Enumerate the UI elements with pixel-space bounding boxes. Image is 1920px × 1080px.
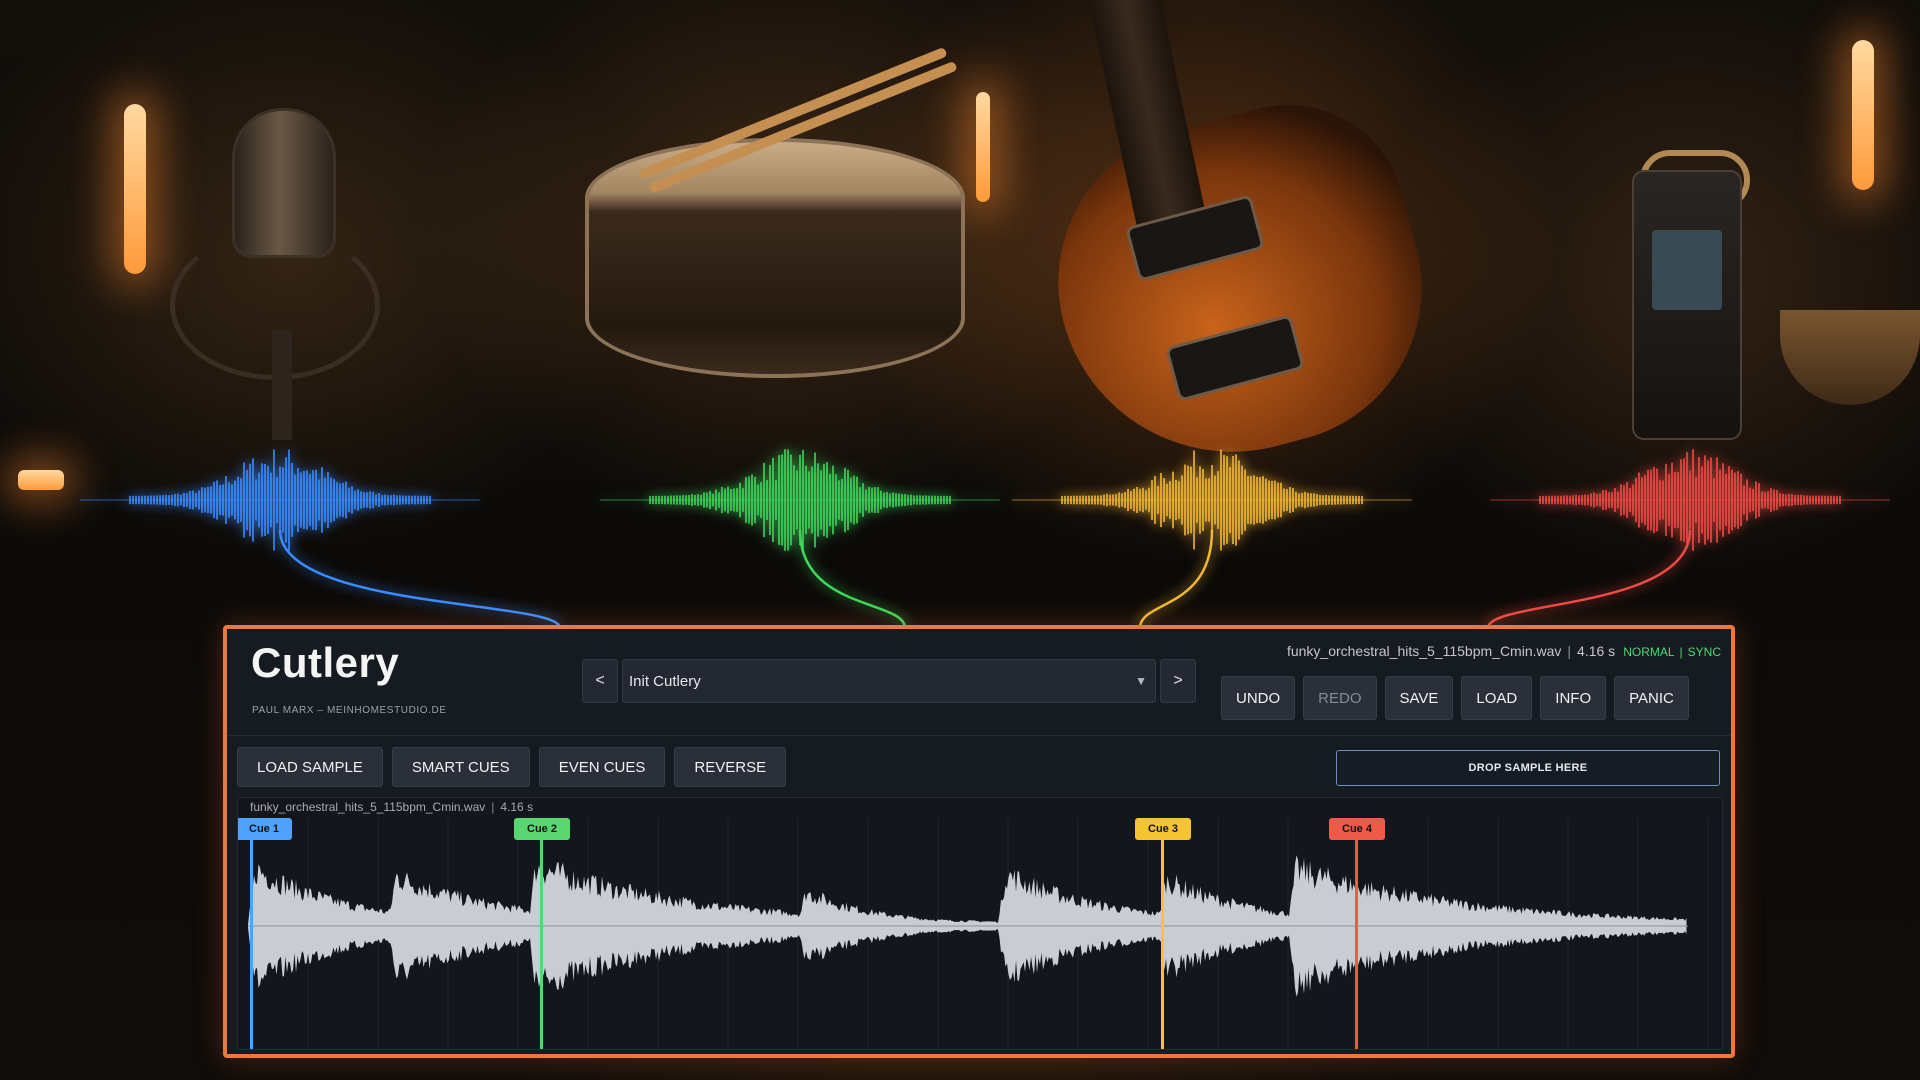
preset-select-value: Init Cutlery — [629, 672, 701, 690]
cue-marker-4[interactable]: Cue 4 — [1329, 818, 1385, 840]
cue-marker-line[interactable] — [540, 840, 543, 1049]
action-bar: LOAD SAMPLE SMART CUES EVEN CUES REVERSE — [237, 747, 787, 787]
redo-button[interactable]: REDO — [1303, 676, 1377, 720]
chevron-down-icon: ▼ — [1135, 674, 1147, 688]
drop-sample-zone[interactable]: DROP SAMPLE HERE — [1336, 750, 1720, 786]
preset-select[interactable]: Init Cutlery ▼ — [622, 659, 1156, 703]
preset-prev-button[interactable]: < — [582, 659, 618, 703]
waveform-caption: funky_orchestral_hits_5_115bpm_Cmin.wav |… — [250, 800, 533, 814]
cue-marker-1[interactable]: Cue 1 — [238, 818, 292, 840]
file-info-separator: | — [1567, 643, 1572, 659]
waveform-file-name: funky_orchestral_hits_5_115bpm_Cmin.wav — [250, 800, 486, 814]
sync-indicator[interactable]: SYNC — [1688, 645, 1721, 659]
file-name: funky_orchestral_hits_5_115bpm_Cmin.wav — [1286, 643, 1562, 659]
background-waveform — [1486, 449, 1890, 629]
background-waveform — [600, 449, 1000, 629]
toolbar: UNDO REDO SAVE LOAD INFO PANIC — [1221, 676, 1689, 720]
cue-marker-line[interactable] — [1355, 840, 1358, 1049]
reverse-button[interactable]: REVERSE — [674, 747, 787, 787]
cue-marker-line[interactable] — [250, 840, 253, 1049]
even-cues-button[interactable]: EVEN CUES — [538, 747, 666, 787]
cue-marker-3[interactable]: Cue 3 — [1135, 818, 1191, 840]
mode-separator: | — [1679, 645, 1683, 659]
plugin-panel: Cutlery PAUL MARX – MEINHOMESTUDIO.DE < … — [223, 625, 1735, 1058]
sample-waveform[interactable] — [238, 798, 1723, 1050]
background-waveform — [1012, 449, 1412, 629]
background-cable — [278, 529, 562, 629]
preset-next-button[interactable]: > — [1160, 659, 1196, 703]
header-bar: Cutlery PAUL MARX – MEINHOMESTUDIO.DE < … — [227, 629, 1731, 736]
colored-waveform-cables — [80, 449, 1890, 629]
background-cable — [1486, 529, 1692, 629]
waveform-caption-separator: | — [491, 800, 495, 814]
file-duration: 4.16 s — [1577, 643, 1616, 659]
save-button[interactable]: SAVE — [1384, 676, 1454, 720]
cue-marker-line[interactable] — [1161, 840, 1164, 1049]
cue-marker-2[interactable]: Cue 2 — [514, 818, 570, 840]
play-mode-indicator[interactable]: NORMAL — [1623, 645, 1674, 659]
author-byline: PAUL MARX – MEINHOMESTUDIO.DE — [252, 705, 447, 716]
file-info: funky_orchestral_hits_5_115bpm_Cmin.wav |… — [1287, 643, 1721, 659]
panic-button[interactable]: PANIC — [1614, 676, 1689, 720]
load-button[interactable]: LOAD — [1461, 676, 1533, 720]
info-button[interactable]: INFO — [1540, 676, 1607, 720]
app-title: Cutlery — [251, 639, 400, 686]
waveform-duration: 4.16 s — [500, 800, 534, 814]
undo-button[interactable]: UNDO — [1221, 676, 1296, 720]
smart-cues-button[interactable]: SMART CUES — [391, 747, 530, 787]
load-sample-button[interactable]: LOAD SAMPLE — [237, 747, 383, 787]
waveform-editor[interactable]: funky_orchestral_hits_5_115bpm_Cmin.wav |… — [237, 797, 1723, 1050]
background-cable — [1138, 529, 1214, 629]
background-waveform — [80, 449, 562, 629]
